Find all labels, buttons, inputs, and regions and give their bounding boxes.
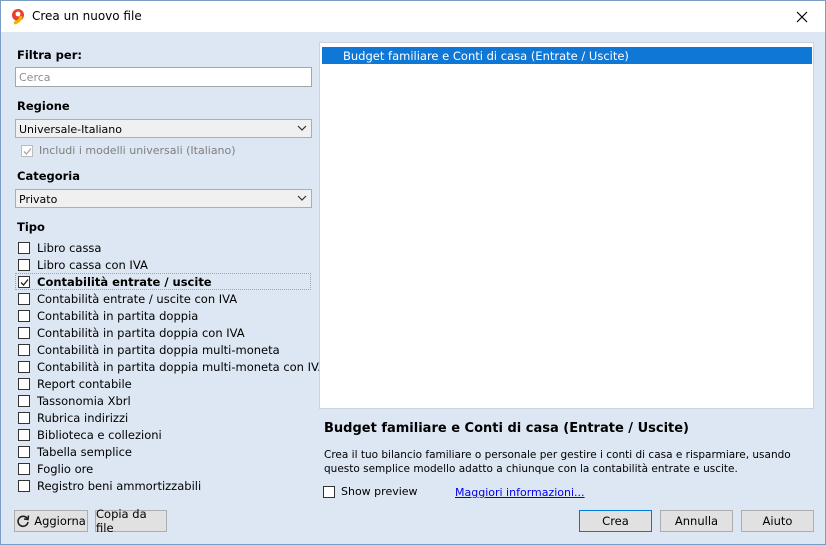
show-preview-label: Show preview	[341, 485, 418, 498]
region-value: Universale-Italiano	[19, 123, 122, 136]
copy-from-file-button[interactable]: Copia da file	[95, 507, 167, 535]
type-label: Tipo	[17, 220, 45, 234]
type-item-label: Tabella semplice	[37, 445, 132, 459]
copy-from-file-label: Copia da file	[96, 507, 147, 535]
chevron-down-icon	[297, 125, 307, 131]
type-checkbox[interactable]	[18, 378, 30, 390]
category-select[interactable]: Privato	[15, 189, 312, 208]
type-checkbox[interactable]	[18, 310, 30, 322]
chevron-down-icon	[297, 195, 307, 201]
type-checkbox[interactable]	[18, 276, 30, 288]
region-select[interactable]: Universale-Italiano	[15, 119, 312, 138]
cancel-label: Annulla	[674, 514, 719, 528]
type-checkbox[interactable]	[18, 412, 30, 424]
type-checkbox[interactable]	[18, 429, 30, 441]
cancel-button[interactable]: Annulla	[660, 510, 733, 532]
type-item-label: Contabilità in partita doppia multi-mone…	[37, 360, 327, 374]
help-label: Aiuto	[762, 514, 793, 528]
type-checkbox[interactable]	[18, 480, 30, 492]
category-label: Categoria	[17, 169, 81, 183]
refresh-icon	[17, 515, 30, 528]
type-checkbox[interactable]	[18, 463, 30, 475]
type-checkbox[interactable]	[18, 446, 30, 458]
title-bar: Crea un nuovo file	[1, 1, 825, 32]
close-icon	[796, 11, 808, 22]
refresh-button[interactable]: Aggiorna	[14, 510, 88, 532]
type-checkbox[interactable]	[18, 259, 30, 271]
filter-label: Filtra per:	[17, 48, 82, 62]
template-description: Crea il tuo bilancio familiare o persona…	[324, 449, 791, 475]
type-checkbox[interactable]	[18, 242, 30, 254]
template-item-selected[interactable]: Budget familiare e Conti di casa (Entrat…	[322, 47, 812, 64]
type-item-label: Tassonomia Xbrl	[37, 394, 131, 408]
templates-list[interactable]: Budget familiare e Conti di casa (Entrat…	[319, 42, 814, 409]
include-universal-label: Includi i modelli universali (Italiano)	[39, 144, 236, 157]
refresh-label: Aggiorna	[34, 514, 86, 528]
include-universal-checkbox[interactable]	[21, 145, 33, 157]
type-item-label: Report contabile	[37, 377, 132, 391]
type-item-label: Contabilità entrate / uscite	[37, 275, 212, 289]
type-item-label: Libro cassa	[37, 241, 102, 255]
type-item-label: Contabilità in partita doppia	[37, 309, 199, 323]
template-item-label: Budget familiare e Conti di casa (Entrat…	[343, 49, 629, 63]
type-checkbox[interactable]	[18, 327, 30, 339]
type-item-label: Registro beni ammortizzabili	[37, 479, 202, 493]
template-title: Budget familiare e Conti di casa (Entrat…	[324, 421, 690, 436]
type-item-label: Rubrica indirizzi	[37, 411, 129, 425]
type-checkbox[interactable]	[18, 293, 30, 305]
close-button[interactable]	[779, 1, 825, 32]
banana-app-icon	[12, 9, 24, 25]
dialog-window: Crea un nuovo file Filtra per: Cerca Reg…	[0, 0, 826, 545]
category-value: Privato	[19, 193, 58, 206]
check-icon	[20, 279, 29, 286]
create-button[interactable]: Crea	[579, 510, 652, 532]
more-info-link[interactable]: Maggiori informazioni...	[455, 486, 585, 499]
region-label: Regione	[17, 99, 70, 113]
check-icon	[23, 148, 32, 155]
window-title: Crea un nuovo file	[32, 9, 142, 23]
type-checkbox[interactable]	[18, 395, 30, 407]
type-item-label: Foglio ore	[37, 462, 94, 476]
show-preview-checkbox[interactable]	[323, 486, 335, 498]
type-item-label: Contabilità in partita doppia multi-mone…	[37, 343, 280, 357]
search-input[interactable]: Cerca	[15, 67, 312, 87]
type-checkbox[interactable]	[18, 344, 30, 356]
type-item-label: Biblioteca e collezioni	[37, 428, 162, 442]
type-checkbox[interactable]	[18, 361, 30, 373]
search-placeholder: Cerca	[19, 71, 51, 84]
type-item-label: Contabilità entrate / uscite con IVA	[37, 292, 238, 306]
type-item-label: Contabilità in partita doppia con IVA	[37, 326, 245, 340]
create-label: Crea	[602, 514, 629, 528]
type-item-label: Libro cassa con IVA	[37, 258, 148, 272]
help-button[interactable]: Aiuto	[741, 510, 814, 532]
